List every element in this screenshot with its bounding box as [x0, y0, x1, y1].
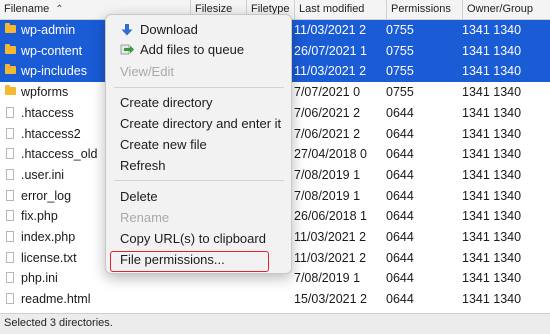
file-icon — [6, 148, 14, 160]
row-icon-cell — [2, 41, 18, 62]
row-icon-cell — [2, 206, 18, 227]
file-owner-group: 1341 1340 — [462, 23, 522, 37]
column-filename-label: Filename — [4, 3, 50, 15]
file-last-modified: 26/06/2018 1 — [294, 209, 367, 224]
file-icon — [6, 168, 14, 180]
file-permissions: 0644 — [386, 147, 414, 162]
file-last-modified: 26/07/2021 1 — [294, 43, 367, 58]
file-manager-window: Filename ⌃ Filesize Filetype Last modifie… — [0, 0, 550, 334]
menu-item-delete[interactable]: Delete — [106, 187, 291, 207]
file-owner-group: 1341 1340 — [462, 230, 522, 244]
file-permissions: 0644 — [386, 209, 414, 224]
file-name: readme.html — [21, 292, 91, 307]
file-owner-group: 1341 1340 — [462, 167, 522, 182]
folder-icon — [5, 64, 16, 75]
row-icon-cell — [2, 289, 18, 310]
row-icon-cell — [2, 268, 18, 289]
add-to-queue-icon — [120, 44, 134, 55]
file-last-modified: 7/06/2021 2 — [294, 105, 361, 120]
row-icon-cell — [2, 124, 18, 145]
file-permissions: 0755 — [386, 85, 414, 100]
row-icon-cell — [2, 227, 18, 248]
file-last-modified: 11/03/2021 2 — [294, 64, 367, 79]
row-icon-cell — [2, 144, 18, 165]
context-menu: Download Add files to queue View/Edit Cr… — [105, 14, 292, 274]
file-permissions: 0644 — [386, 188, 414, 203]
column-last-modified[interactable]: Last modified — [294, 0, 386, 19]
download-arrow-icon — [121, 24, 133, 36]
file-owner-group: 1341 1340 — [462, 43, 522, 58]
menu-item-create-new-file[interactable]: Create new file — [106, 135, 291, 155]
row-icon-cell — [2, 61, 18, 82]
file-last-modified: 7/08/2019 1 — [294, 167, 361, 182]
file-size — [190, 289, 244, 310]
menu-item-rename: Rename — [120, 210, 170, 225]
file-last-modified: 11/03/2021 2 — [294, 230, 367, 244]
file-owner-group: 1341 1340 — [462, 292, 522, 307]
row-icon-cell — [2, 20, 18, 41]
file-last-modified: 11/03/2021 2 — [294, 23, 367, 37]
row-icon-cell — [2, 165, 18, 186]
file-owner-group: 1341 1340 — [462, 105, 522, 120]
menu-item-create-directory-and-enter[interactable]: Create directory and enter it — [106, 114, 291, 134]
file-last-modified: 27/04/2018 0 — [294, 147, 367, 162]
table-row[interactable]: readme.html 15/03/2021 2 0644 1341 1340 — [0, 289, 550, 310]
menu-item-label: Add files to queue — [140, 42, 245, 57]
file-permissions: 0644 — [386, 126, 414, 141]
folder-icon — [5, 43, 16, 54]
menu-item-copy-url[interactable]: Copy URL(s) to clipboard — [106, 229, 291, 249]
row-icon-cell — [2, 248, 18, 269]
file-last-modified: 7/08/2019 1 — [294, 271, 361, 286]
file-last-modified: 15/03/2021 2 — [294, 292, 367, 307]
file-last-modified: 7/08/2019 1 — [294, 188, 361, 203]
row-icon-cell — [2, 82, 18, 103]
file-owner-group: 1341 1340 — [462, 250, 522, 265]
file-icon — [6, 106, 14, 118]
column-permissions[interactable]: Permissions — [386, 0, 462, 19]
file-permissions: 0755 — [386, 64, 414, 79]
file-owner-group: 1341 1340 — [462, 126, 522, 141]
file-icon — [6, 127, 14, 139]
file-owner-group: 1341 1340 — [462, 64, 522, 79]
menu-item-view-edit: View/Edit — [120, 64, 174, 79]
menu-separator — [114, 87, 284, 88]
file-icon — [6, 189, 14, 201]
file-owner-group: 1341 1340 — [462, 209, 522, 224]
row-icon-cell — [2, 103, 18, 124]
menu-item-create-directory[interactable]: Create directory — [106, 93, 291, 113]
file-permissions: 0644 — [386, 105, 414, 120]
file-owner-group: 1341 1340 — [462, 85, 522, 100]
menu-item-download[interactable]: Download — [106, 20, 291, 40]
file-permissions: 0644 — [386, 292, 414, 307]
file-icon — [6, 251, 14, 263]
file-last-modified: 7/07/2021 0 — [294, 85, 361, 100]
menu-item-add-files-to-queue[interactable]: Add files to queue — [106, 40, 291, 60]
column-owner-group[interactable]: Owner/Group — [462, 0, 550, 19]
file-permissions: 0644 — [386, 250, 414, 265]
file-icon — [6, 231, 14, 242]
file-permissions: 0755 — [386, 43, 414, 58]
file-owner-group: 1341 1340 — [462, 147, 522, 162]
file-icon — [6, 272, 14, 284]
file-icon — [6, 293, 14, 305]
menu-separator — [114, 180, 284, 181]
file-owner-group: 1341 1340 — [462, 188, 522, 203]
folder-icon — [5, 85, 16, 96]
file-permissions: 0755 — [386, 23, 414, 37]
file-owner-group: 1341 1340 — [462, 271, 522, 286]
file-permissions: 0644 — [386, 167, 414, 182]
menu-item-refresh[interactable]: Refresh — [106, 156, 291, 176]
row-icon-cell — [2, 186, 18, 207]
file-icon — [6, 210, 14, 222]
file-permissions-highlight — [110, 251, 269, 272]
file-permissions: 0644 — [386, 230, 414, 244]
file-last-modified: 7/06/2021 2 — [294, 126, 361, 141]
file-last-modified: 11/03/2021 2 — [294, 250, 367, 265]
folder-icon — [5, 23, 16, 33]
sort-ascending-icon: ⌃ — [55, 4, 64, 15]
file-permissions: 0644 — [386, 271, 414, 286]
status-bar: Selected 3 directories. — [0, 313, 550, 334]
file-type — [248, 289, 292, 310]
